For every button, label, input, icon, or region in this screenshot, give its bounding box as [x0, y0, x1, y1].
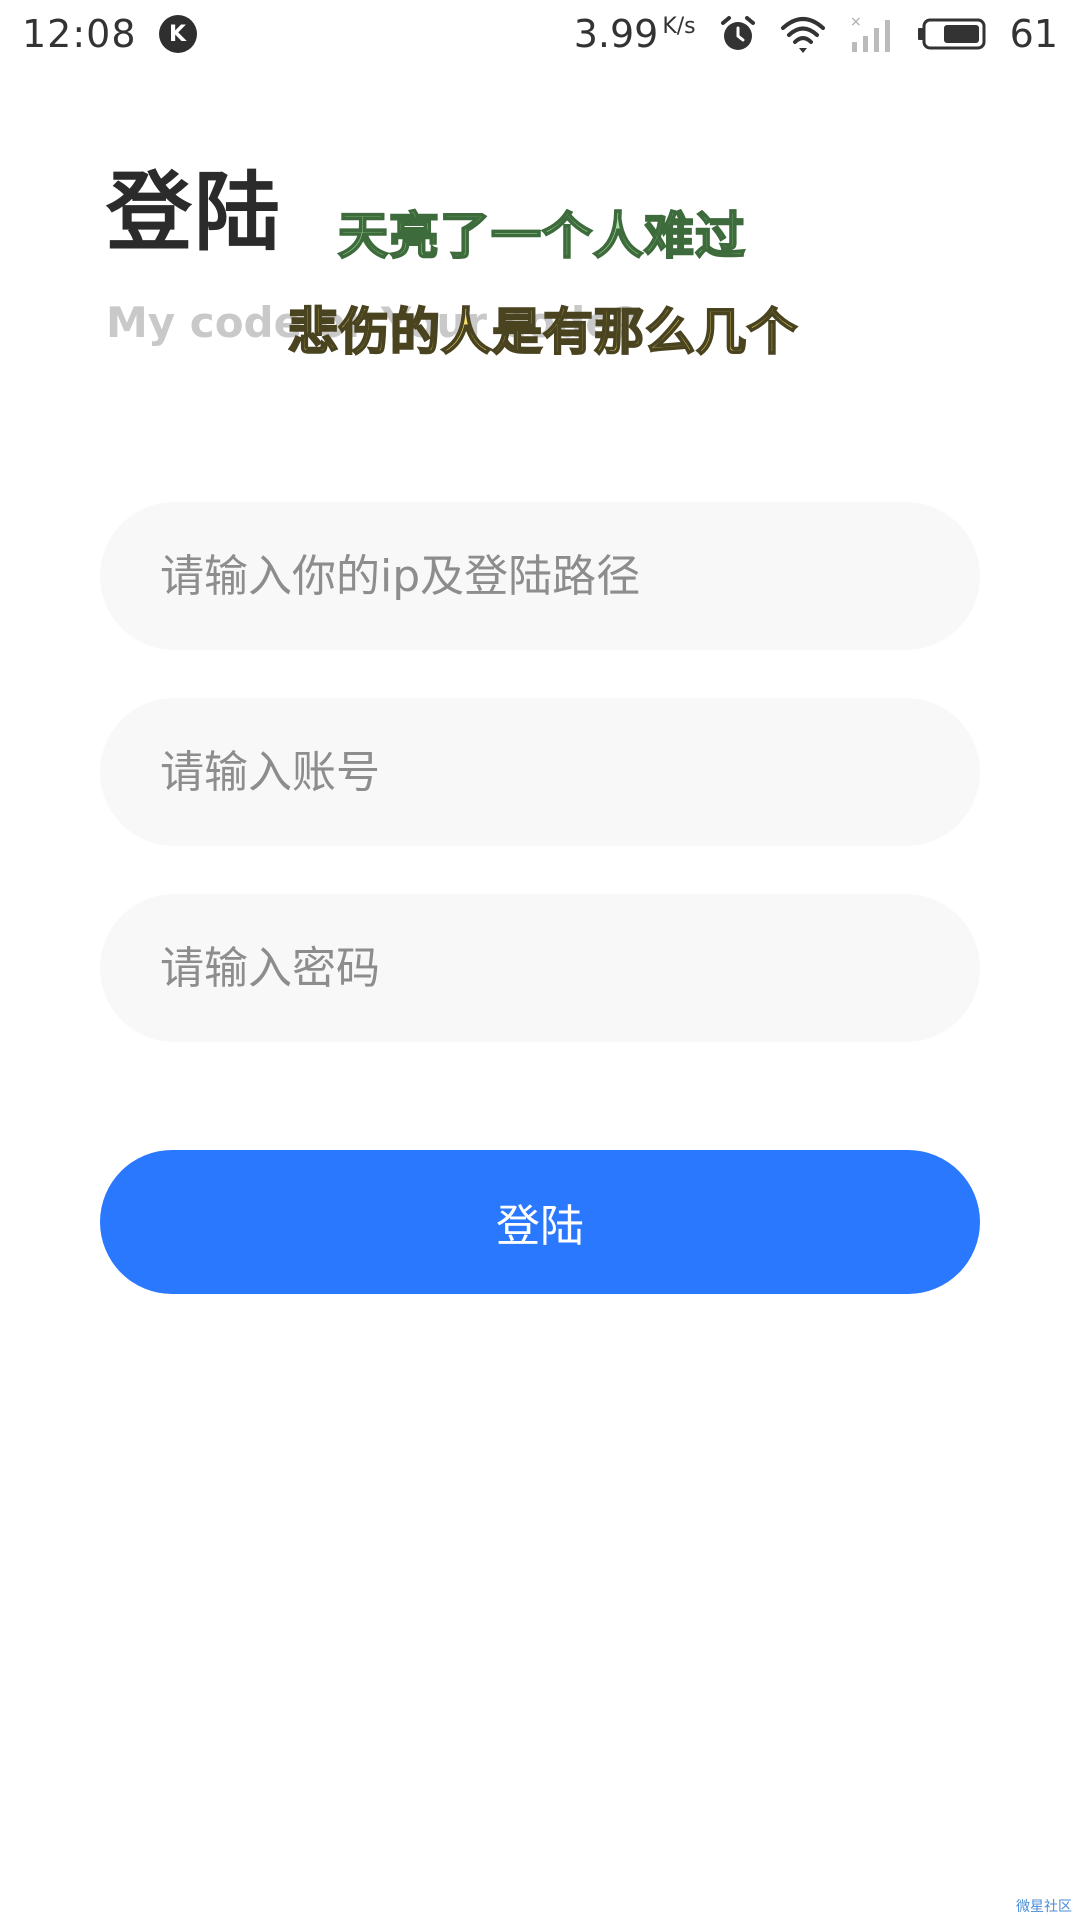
password-input[interactable]	[158, 941, 980, 995]
cellular-signal-icon: ×	[848, 14, 894, 54]
status-left: 12:08 K	[22, 12, 197, 56]
alarm-icon	[718, 14, 758, 54]
battery-percent: 61	[1009, 12, 1058, 56]
password-field	[100, 894, 980, 1042]
status-right: 3.99 K/s × 61	[574, 12, 1058, 56]
svg-text:×: ×	[850, 14, 862, 30]
watermark: 微星社区	[1016, 1899, 1072, 1915]
account-input[interactable]	[158, 745, 980, 799]
login-button[interactable]: 登陆	[100, 1150, 980, 1294]
overlay-lyric-line-2: 悲伤的人是有那么几个	[287, 302, 798, 362]
account-field	[100, 698, 980, 846]
wifi-icon	[780, 14, 826, 54]
overlay-lyric-line-1: 天亮了一个人难过	[337, 206, 746, 266]
network-speed: 3.99 K/s	[574, 12, 696, 56]
battery-icon	[916, 16, 988, 52]
network-speed-unit: K/s	[662, 14, 696, 40]
server-address-input[interactable]	[158, 549, 980, 603]
status-time: 12:08	[22, 12, 137, 56]
login-form	[100, 502, 980, 1090]
status-bar: 12:08 K 3.99 K/s × 61	[0, 0, 1080, 68]
k-app-icon: K	[158, 15, 197, 53]
server-address-field	[100, 502, 980, 650]
network-speed-value: 3.99	[573, 12, 659, 56]
